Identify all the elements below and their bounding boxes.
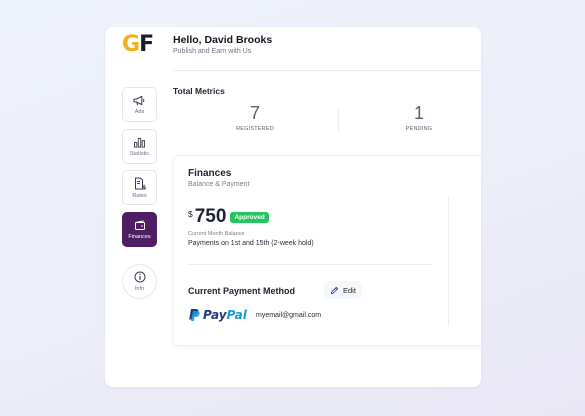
svg-text:$: $ bbox=[142, 184, 146, 190]
pencil-icon bbox=[330, 286, 339, 294]
sidebar-item-label: Info bbox=[134, 286, 145, 292]
paypal-icon bbox=[189, 309, 200, 321]
sidebar-item-statistic[interactable]: Statistic bbox=[122, 129, 157, 164]
balance-value: 750 bbox=[194, 206, 227, 227]
finances-panel: Finances Balance & Payment $ 750 Approve… bbox=[173, 155, 481, 346]
sidebar-item-label: Finances bbox=[128, 233, 151, 240]
edit-label: Edit bbox=[343, 285, 356, 295]
metric-pending: 1 PENDING bbox=[359, 102, 479, 132]
greeting-title: Hello, David Brooks bbox=[173, 34, 273, 46]
megaphone-icon bbox=[133, 95, 145, 105]
edit-button[interactable]: Edit bbox=[324, 281, 362, 299]
status-badge: Approved bbox=[230, 211, 269, 223]
finances-subtitle: Balance & Payment bbox=[188, 181, 250, 188]
paypal-word-pay: Pay bbox=[203, 308, 227, 322]
metric-label: REGISTERED bbox=[236, 126, 274, 132]
payment-email: myemail@gmail.com bbox=[256, 312, 322, 319]
currency-symbol: $ bbox=[188, 209, 193, 219]
metric-registered: 7 REGISTERED bbox=[195, 102, 315, 132]
metric-label: PENDING bbox=[405, 126, 433, 132]
logo-letter-g: G bbox=[122, 32, 140, 57]
document-dollar-icon: $ bbox=[134, 177, 146, 190]
sidebar-item-ads[interactable]: Ads bbox=[122, 87, 157, 122]
balance-caption: Current Month Balance bbox=[188, 231, 245, 237]
info-circle-icon bbox=[134, 271, 145, 283]
metric-divider bbox=[338, 109, 339, 133]
payment-schedule: Payments on 1st and 15th (2-week hold) bbox=[188, 240, 314, 247]
bar-chart-icon bbox=[134, 137, 145, 148]
greeting-subtitle: Publish and Earn with Us bbox=[173, 48, 252, 55]
sidebar-item-label: Ads bbox=[134, 108, 145, 115]
paypal-logo: PayPal bbox=[188, 308, 247, 322]
header-divider bbox=[173, 70, 481, 71]
sidebar-item-label: Statistic bbox=[129, 150, 150, 157]
payment-method-title: Current Payment Method bbox=[188, 286, 296, 296]
wallet-icon bbox=[134, 219, 145, 230]
logo: GF bbox=[122, 32, 154, 57]
sidebar-item-rates[interactable]: $ Rates bbox=[122, 170, 157, 205]
sidebar-item-info[interactable]: Info bbox=[122, 264, 157, 299]
metrics-title: Total Metrics bbox=[173, 86, 225, 96]
metric-value: 7 bbox=[249, 103, 260, 123]
paypal-word-pal: Pal bbox=[226, 308, 247, 322]
metric-value: 1 bbox=[413, 103, 424, 123]
dashboard-card: GF Hello, David Brooks Publish and Earn … bbox=[105, 27, 481, 387]
vertical-divider bbox=[448, 196, 449, 326]
logo-letter-f: F bbox=[139, 32, 154, 57]
sidebar-item-label: Rates bbox=[132, 192, 147, 199]
sidebar-item-finances[interactable]: Finances bbox=[122, 212, 157, 247]
balance-amount: $ 750 Approved bbox=[188, 207, 269, 227]
section-divider bbox=[188, 264, 432, 265]
finances-title: Finances bbox=[188, 168, 232, 179]
